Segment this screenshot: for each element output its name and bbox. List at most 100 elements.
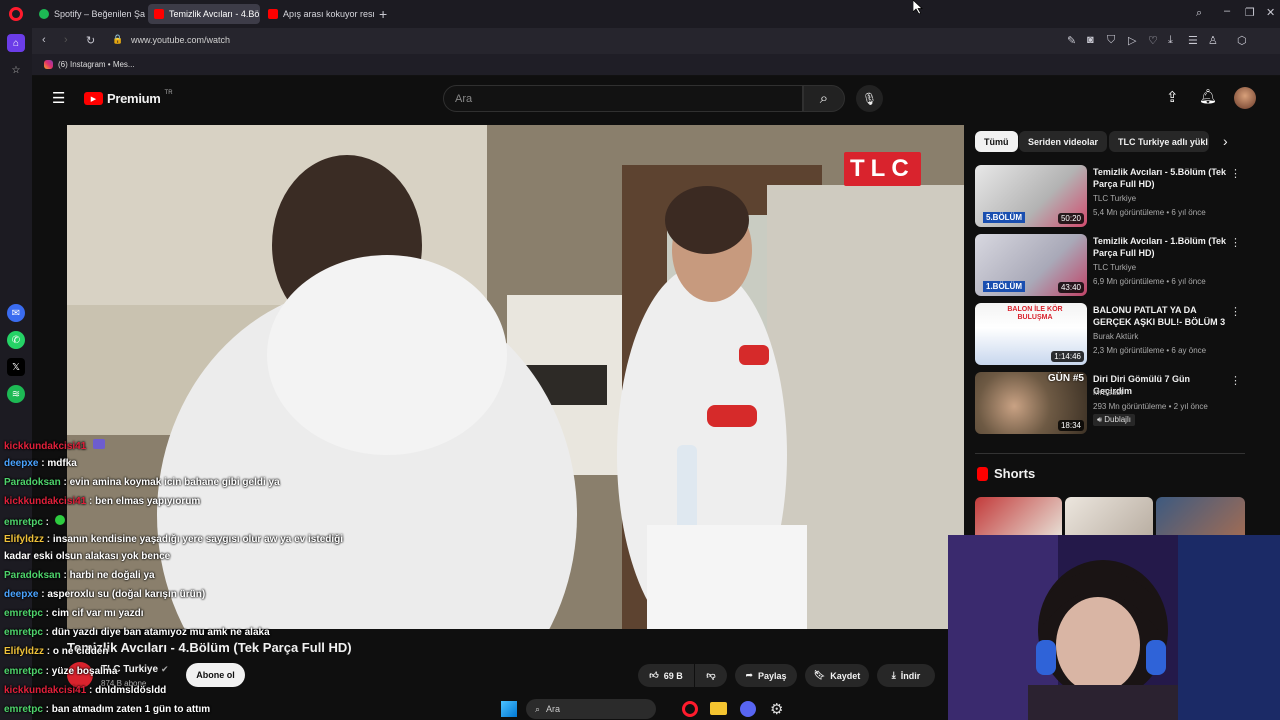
bookmark-instagram[interactable]: (6) Instagram • Mes... — [58, 60, 135, 69]
list-item[interactable]: 5.BÖLÜM 50:20 Temizlik Avcıları - 5.Bölü… — [975, 165, 1245, 227]
more-vert-icon[interactable]: ⋮ — [1230, 305, 1241, 318]
like-button[interactable]: 👍︎ 69 B — [638, 664, 694, 687]
voice-search-mic-icon[interactable]: 🎙︎ — [856, 85, 883, 112]
duration-badge: 18:34 — [1057, 420, 1084, 431]
youtube-logo[interactable]: ▶ Premium TR — [84, 90, 173, 106]
video-thumbnail: GÜN #5 18:34 — [975, 372, 1087, 434]
shield-icon[interactable]: ⛉ — [1107, 34, 1115, 47]
chat-user: emretpc — [4, 704, 43, 715]
thumb-label: 5.BÖLÜM — [983, 212, 1025, 223]
verified-icon: ✔ — [161, 664, 169, 674]
opera-taskbar-icon[interactable] — [682, 701, 698, 717]
rec-stats: 5,4 Mn görüntüleme • 6 yıl önce — [1093, 208, 1206, 217]
chat-message: ben elmas yapıyıorum — [95, 496, 201, 507]
chat-line: kickkundakcisi41 : ben elmas yapıyıorum — [4, 496, 201, 507]
share-button[interactable]: ➦ Paylaş — [735, 664, 797, 687]
chip-series[interactable]: Seriden videolar — [1019, 131, 1108, 152]
chevron-right-icon[interactable]: › — [1223, 133, 1228, 149]
list-item[interactable]: BALON İLE KÖR BULUŞMA 1:14:46 BALONU PAT… — [975, 303, 1245, 365]
chat-line: emretpc : — [4, 515, 65, 528]
chat-message: ban atmadım zaten 1 gün to attım — [51, 704, 211, 715]
download-button[interactable]: ⤓ İndir — [877, 664, 935, 687]
short-thumbnail[interactable] — [1065, 497, 1153, 537]
subscribe-button[interactable]: Abone ol — [186, 663, 245, 687]
rec-age: 6 yıl önce — [1171, 208, 1206, 217]
search-icon: ⌕ — [819, 90, 829, 107]
tab-label: Temizlik Avcıları - 4.Bölün — [169, 9, 260, 19]
menu-icon[interactable]: ☰ — [1188, 34, 1198, 47]
messenger-icon[interactable]: ✉ — [7, 304, 25, 322]
dubbed-badge: 🔊︎ Dublajlı — [1093, 414, 1135, 426]
save-button[interactable]: 🔖︎ Kaydet — [805, 664, 869, 687]
spotify-icon[interactable]: ≋ — [7, 385, 25, 403]
tab-youtube-active[interactable]: Temizlik Avcıları - 4.Bölün — [148, 4, 260, 24]
tab-spotify[interactable]: Spotify – Beğenilen Şarkıl — [33, 4, 145, 24]
rec-views: 2,3 Mn görüntüleme — [1093, 346, 1165, 355]
upload-icon[interactable]: ⇪ — [1166, 88, 1179, 106]
chat-user: deepxe — [4, 458, 39, 469]
instagram-favicon-icon — [44, 60, 53, 69]
tab-youtube[interactable]: Apış arası kokuyor resmen — [262, 4, 374, 24]
chat-user: emretpc — [4, 666, 43, 677]
thumb-label: 1.BÖLÜM — [983, 281, 1025, 292]
chat-line: emretpc : yüze boşalma — [4, 666, 118, 677]
rec-age: 6 ay önce — [1171, 346, 1207, 355]
rec-title: BALONU PATLAT YA DA GERÇEK AŞKI BUL!- BÖ… — [1093, 305, 1226, 327]
maximize-icon[interactable]: ❐ — [1245, 6, 1255, 19]
shorts-label: Shorts — [994, 466, 1036, 481]
camera-icon[interactable]: ◙ — [1087, 34, 1094, 46]
bookmarks-bar: (6) Instagram • Mes... — [32, 54, 1280, 76]
chat-message: kadar eski olsun alakası yok bence — [4, 551, 171, 562]
forward-icon[interactable]: › — [64, 34, 68, 46]
search-button[interactable]: ⌕ — [803, 85, 845, 112]
thumbs-up-icon: 👍︎ — [649, 670, 659, 680]
new-tab-plus-icon[interactable]: + — [379, 6, 387, 22]
whatsapp-icon[interactable]: ✆ — [7, 331, 25, 349]
heart-icon[interactable]: ♡ — [1148, 34, 1158, 47]
video-player[interactable]: TLC — [67, 125, 964, 629]
account-icon[interactable]: ♙ — [1208, 34, 1218, 47]
youtube-favicon-icon — [268, 9, 278, 19]
chat-message: cim cif var mı yazdı — [51, 608, 144, 619]
taskbar-search[interactable]: ⌕ Ara — [526, 699, 656, 719]
chip-channel-uploads[interactable]: TLC Turkiye adlı yükl — [1109, 131, 1209, 152]
windows-start-icon[interactable] — [501, 701, 517, 717]
back-icon[interactable]: ‹ — [42, 34, 46, 46]
list-item[interactable]: 1.BÖLÜM 43:40 Temizlik Avcıları - 1.Bölü… — [975, 234, 1245, 296]
search-input[interactable]: Ara — [443, 85, 803, 112]
notifications-bell-icon[interactable]: 🔔︎ — [1199, 88, 1217, 105]
play-icon[interactable]: ▷ — [1128, 34, 1136, 47]
like-count: 69 B — [663, 670, 683, 681]
extensions-icon[interactable]: ⬡ — [1237, 34, 1247, 47]
chat-user: emretpc — [4, 517, 43, 528]
x-twitter-icon[interactable]: 𝕏 — [7, 358, 25, 376]
dislike-button[interactable]: 👎︎ — [695, 664, 727, 687]
url-text[interactable]: www.youtube.com/watch — [131, 35, 230, 45]
youtube-play-logo-icon: ▶ — [84, 92, 103, 105]
chip-all[interactable]: Tümü — [975, 131, 1018, 152]
list-item[interactable]: GÜN #5 18:34 Diri Diri Gömülü 7 Gün Geçi… — [975, 372, 1245, 434]
opera-logo-icon[interactable] — [9, 7, 23, 21]
more-vert-icon[interactable]: ⋮ — [1230, 236, 1241, 249]
short-thumbnail[interactable] — [975, 497, 1062, 537]
shorts-logo-icon — [977, 466, 988, 481]
reload-icon[interactable]: ↻ — [86, 34, 95, 47]
folder-icon[interactable] — [710, 702, 727, 715]
download-icon[interactable]: ⤓ — [1168, 34, 1173, 47]
discord-icon[interactable] — [740, 701, 756, 717]
more-vert-icon[interactable]: ⋮ — [1230, 167, 1241, 180]
edit-icon[interactable]: ✎ — [1067, 34, 1076, 47]
rec-title: Temizlik Avcıları - 5.Bölüm (Tek Parça F… — [1093, 167, 1227, 189]
more-vert-icon[interactable]: ⋮ — [1230, 374, 1241, 387]
star-icon[interactable]: ☆ — [7, 61, 25, 79]
download-label: İndir — [900, 670, 921, 681]
minimize-icon[interactable]: – — [1224, 5, 1230, 17]
dubbed-label: Dublajlı — [1104, 415, 1131, 424]
short-thumbnail[interactable] — [1156, 497, 1245, 537]
tab-search-icon[interactable]: ⌕ — [1196, 7, 1202, 20]
close-icon[interactable]: ✕ — [1266, 6, 1275, 19]
hamburger-menu-icon[interactable]: ☰ — [52, 89, 65, 107]
avatar[interactable] — [1234, 87, 1256, 109]
home-icon[interactable]: ⌂ — [7, 34, 25, 52]
settings-gear-icon[interactable]: ⚙ — [770, 700, 783, 718]
